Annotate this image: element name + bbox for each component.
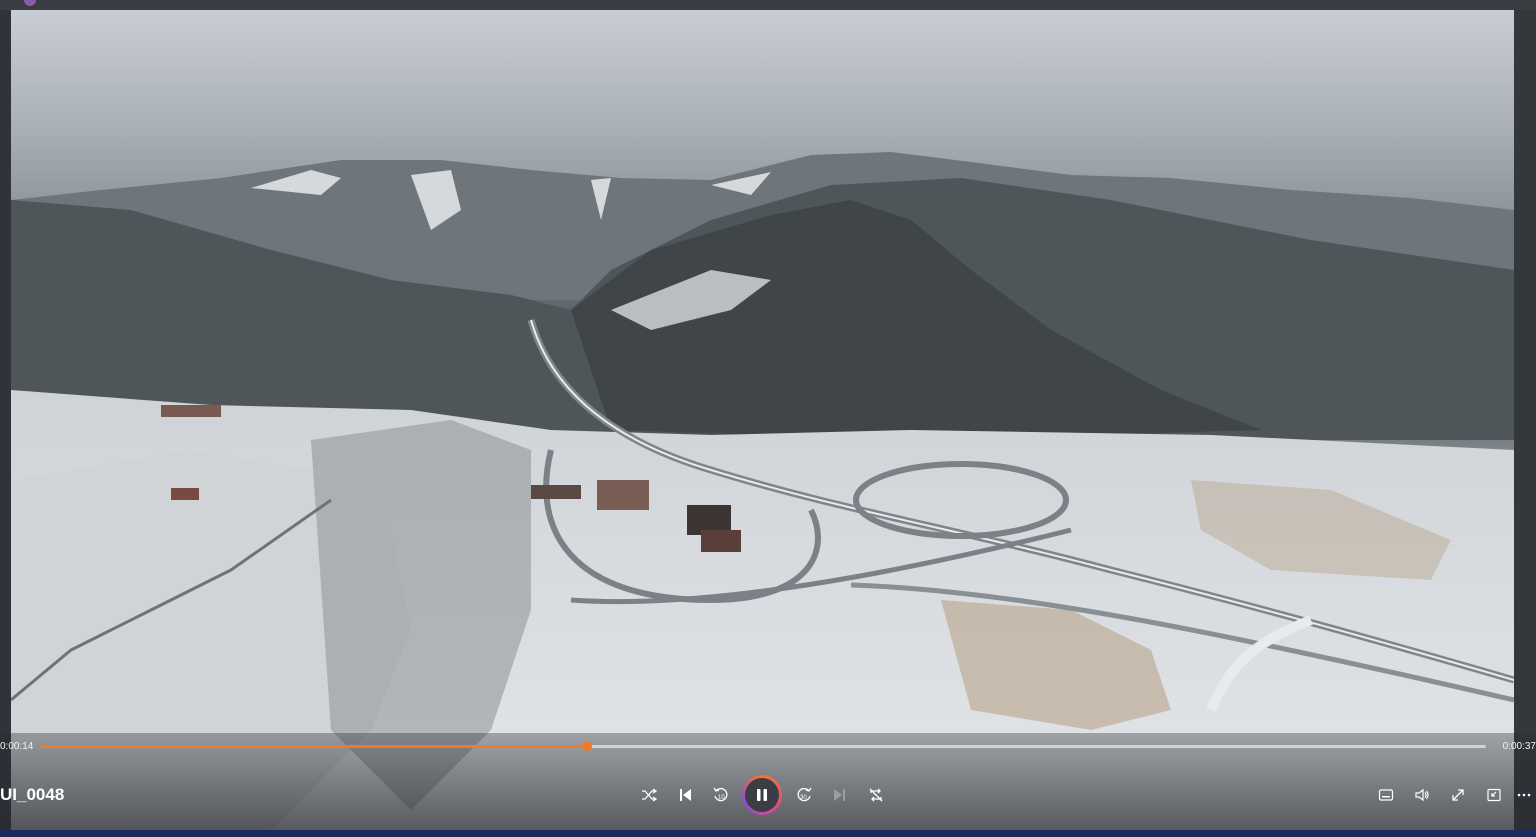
seek-bar[interactable] — [40, 741, 1486, 751]
playback-controls-bar: 0:00:14 0:00:37 UI_0048 10 30 — [0, 733, 1536, 830]
rewind-10-icon: 10 — [713, 787, 728, 802]
volume-button[interactable] — [1410, 783, 1434, 807]
pause-button[interactable] — [742, 775, 782, 815]
media-player-icon — [24, 0, 36, 6]
total-duration: 0:00:37 — [1502, 741, 1536, 752]
taskbar-edge — [0, 830, 1536, 837]
seek-bar-thumb[interactable] — [582, 741, 593, 751]
pause-icon — [757, 789, 767, 801]
rewind-10-button[interactable]: 10 — [709, 783, 733, 807]
captions-button[interactable] — [1374, 783, 1398, 807]
miniplayer-button[interactable] — [1482, 783, 1506, 807]
pause-button-inner — [745, 778, 779, 812]
captions-icon — [1378, 789, 1394, 801]
next-button[interactable] — [828, 783, 852, 807]
title-bar — [0, 0, 1536, 10]
previous-icon — [680, 789, 691, 801]
forward-30-button[interactable]: 30 — [792, 783, 816, 807]
repeat-button[interactable] — [864, 783, 888, 807]
miniplayer-icon — [1487, 788, 1501, 802]
more-icon — [1517, 793, 1531, 797]
repeat-off-icon — [869, 788, 883, 802]
more-options-button[interactable] — [1512, 783, 1536, 807]
shuffle-icon — [642, 788, 657, 802]
current-time: 0:00:14 — [0, 741, 34, 752]
seek-bar-progress — [40, 745, 588, 748]
video-frame-scene — [11, 10, 1514, 830]
media-player-window: 0:00:14 0:00:37 UI_0048 10 30 — [0, 0, 1536, 837]
media-title: UI_0048 — [0, 785, 65, 804]
forward-30-icon: 30 — [797, 787, 812, 802]
previous-button[interactable] — [673, 783, 697, 807]
video-viewport[interactable] — [11, 10, 1514, 830]
volume-icon — [1415, 788, 1429, 802]
svg-text:30: 30 — [800, 795, 807, 801]
fullscreen-icon — [1452, 789, 1464, 801]
shuffle-button[interactable] — [637, 783, 661, 807]
fullscreen-button[interactable] — [1446, 783, 1470, 807]
next-icon — [834, 789, 845, 801]
window-edge — [1514, 10, 1536, 830]
svg-text:10: 10 — [718, 795, 725, 801]
